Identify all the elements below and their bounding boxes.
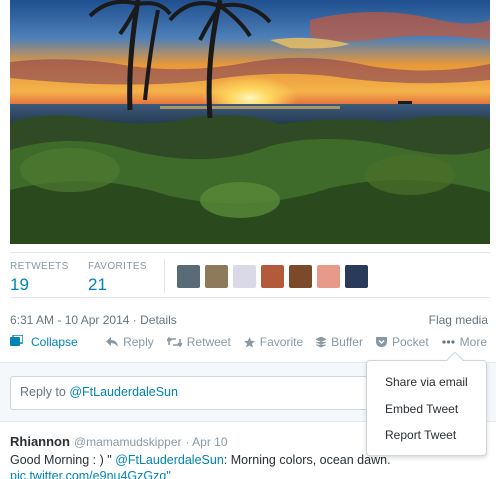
reply-text-end: : Morning colors, ocean dawn. — [223, 453, 391, 467]
retweet-icon — [166, 337, 182, 347]
pocket-button[interactable]: Pocket — [375, 335, 429, 349]
reply-prefix: Reply to — [20, 385, 70, 399]
expanded-tweet: RETWEETS 19 FAVORITES 21 6:31 AM - 10 Ap… — [0, 0, 496, 479]
reply-pic-link[interactable]: pic.twitter.com/e9nu4GzGzq" — [10, 469, 171, 479]
more-label: More — [459, 335, 487, 349]
pocket-icon — [375, 337, 387, 347]
collapse-icon — [10, 334, 24, 349]
star-icon — [243, 336, 255, 348]
retweet-label: Retweet — [186, 335, 231, 349]
favorite-label: Favorite — [259, 335, 304, 349]
tweet-timestamp: 6:31 AM - 10 Apr 2014 — [10, 313, 130, 327]
menu-item-embed-tweet[interactable]: Embed Tweet — [367, 396, 486, 423]
retweets-count[interactable]: 19 — [10, 275, 69, 295]
avatar[interactable] — [233, 265, 256, 288]
reply-text-start: Good Morning : ) " — [10, 453, 116, 467]
flag-media-link[interactable]: Flag media — [429, 313, 488, 327]
tweet-actions: Reply Retweet Favorite Buffer Pocket Mor… — [106, 335, 487, 349]
more-menu: Share via email Embed Tweet Report Tweet — [366, 351, 487, 456]
tweet-timestamp-line: 6:31 AM - 10 Apr 2014 · Details — [10, 313, 177, 327]
retweets-label: RETWEETS — [10, 261, 69, 272]
tweet-stats: RETWEETS 19 FAVORITES 21 — [10, 252, 490, 298]
reply-input[interactable]: Reply to @FtLauderdaleSun — [10, 376, 390, 410]
details-link[interactable]: Details — [140, 313, 177, 327]
favorite-button[interactable]: Favorite — [243, 335, 304, 349]
buffer-button[interactable]: Buffer — [316, 335, 363, 349]
avatar[interactable] — [317, 265, 340, 288]
reply-date[interactable]: · Apr 10 — [186, 435, 228, 449]
favoriter-avatars — [177, 265, 368, 288]
reply-author-handle[interactable]: @mamamudskipper — [74, 435, 182, 449]
menu-item-share-via-email[interactable]: Share via email — [367, 369, 486, 396]
favorites-stat[interactable]: FAVORITES 21 — [88, 261, 147, 295]
more-dots-icon — [442, 340, 455, 344]
avatar[interactable] — [261, 265, 284, 288]
reply-author-name[interactable]: Rhiannon — [10, 434, 70, 449]
avatar[interactable] — [289, 265, 312, 288]
sunset-beach-image — [10, 0, 490, 244]
stats-divider — [164, 259, 165, 293]
avatar[interactable] — [205, 265, 228, 288]
menu-item-report-tweet[interactable]: Report Tweet — [367, 422, 486, 449]
avatar[interactable] — [177, 265, 200, 288]
reply-label: Reply — [123, 335, 154, 349]
favorites-count[interactable]: 21 — [88, 275, 147, 295]
buffer-label: Buffer — [331, 335, 363, 349]
reply-icon — [106, 337, 119, 347]
favorites-label: FAVORITES — [88, 261, 147, 272]
retweet-button[interactable]: Retweet — [166, 335, 231, 349]
reply-tweet-text: Good Morning : ) " @FtLauderdaleSun: Mor… — [10, 452, 490, 479]
collapse-button[interactable]: Collapse — [10, 334, 78, 349]
tweet-photo[interactable] — [10, 0, 490, 244]
reply-button[interactable]: Reply — [106, 335, 154, 349]
retweets-stat[interactable]: RETWEETS 19 — [10, 261, 69, 295]
more-button[interactable]: More — [442, 335, 487, 349]
menu-caret — [446, 351, 464, 369]
reply-text-mention[interactable]: @FtLauderdaleSun — [115, 453, 224, 467]
reply-mention: @FtLauderdaleSun — [69, 385, 178, 399]
buffer-icon — [316, 336, 327, 348]
collapse-label: Collapse — [31, 335, 78, 349]
pocket-label: Pocket — [391, 335, 429, 349]
separator: · — [132, 313, 137, 327]
avatar[interactable] — [345, 265, 368, 288]
